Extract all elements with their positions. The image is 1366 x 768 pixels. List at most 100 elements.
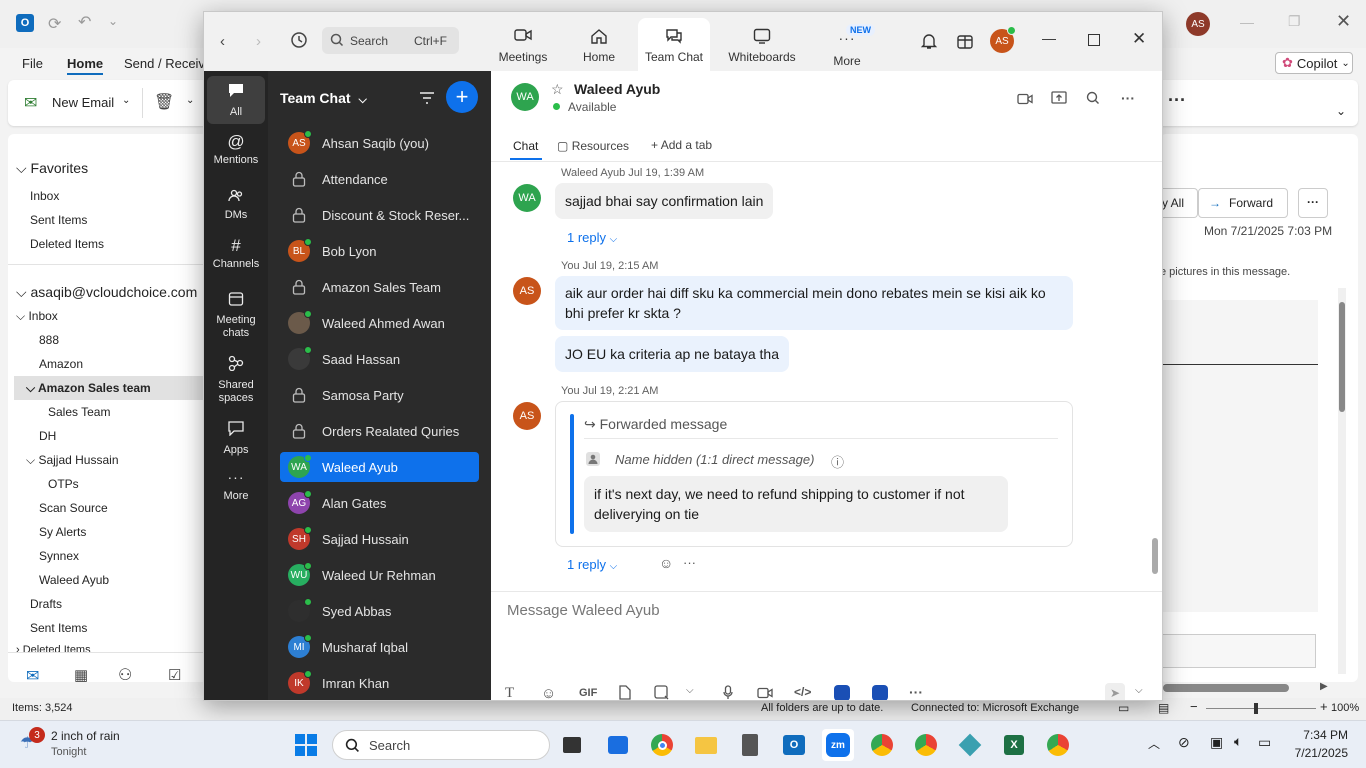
chat-list-item[interactable]: WA Waleed Ayub <box>280 452 479 482</box>
zoom-taskbar-icon[interactable]: zm <box>822 729 854 761</box>
chat-list-item[interactable]: AS Ahsan Saqib (you) <box>280 128 479 158</box>
clock-time[interactable]: 7:34 PM <box>1290 728 1348 742</box>
delete-icon[interactable]: 🗑 <box>154 92 174 112</box>
forwarded-text[interactable]: if it's next day, we need to refund ship… <box>584 476 1008 532</box>
folder-fav-inbox[interactable]: Inbox <box>30 189 59 203</box>
history-icon[interactable] <box>290 31 308 49</box>
message-avatar[interactable]: WA <box>513 184 541 212</box>
chevron-down-icon[interactable]: ⌄ <box>186 95 194 106</box>
minimize-icon[interactable]: — <box>1042 30 1056 46</box>
nav-whiteboards[interactable]: Whiteboards <box>722 18 802 70</box>
new-chat-button[interactable]: + <box>446 81 478 113</box>
chrome-profile-icon[interactable] <box>910 729 942 761</box>
rail-mentions[interactable]: @ Mentions <box>207 133 265 167</box>
copilot-button[interactable]: ✿ Copilot ⌄ <box>1275 52 1353 74</box>
chat-more-icon[interactable]: ··· <box>1121 90 1135 106</box>
chat-list-item[interactable]: Syed Abbas <box>280 596 479 626</box>
star-icon[interactable]: ☆ <box>551 81 564 98</box>
account-avatar[interactable]: AS <box>1186 12 1210 36</box>
rail-shared-spaces[interactable]: Shared spaces <box>207 355 265 405</box>
chat-list-item[interactable]: AG Alan Gates <box>280 488 479 518</box>
menu-send-receive[interactable]: Send / Receiv <box>124 56 205 71</box>
rail-meeting-chats[interactable]: Meeting chats <box>207 291 265 340</box>
mail-icon[interactable]: ✉ <box>26 666 39 686</box>
reply-all-button[interactable]: y All <box>1160 188 1198 218</box>
chat-list-item[interactable]: Attendance <box>280 164 479 194</box>
folder-inbox[interactable]: ⌵ Inbox <box>16 309 58 324</box>
team-chat-title[interactable]: Team Chat ⌵ <box>280 90 367 107</box>
folder-waleed-ayub[interactable]: Waleed Ayub <box>39 573 109 587</box>
composer-input[interactable]: Message Waleed Ayub <box>507 602 660 619</box>
chat-header-name[interactable]: Waleed Ayub <box>574 81 660 97</box>
weather-text[interactable]: 2 inch of rain <box>51 729 120 743</box>
folder-amazon-sales-team[interactable]: ⌵ Amazon Sales team <box>26 381 151 396</box>
folder-synnex[interactable]: Synnex <box>39 549 79 563</box>
calendar-icon[interactable]: ▦ <box>74 666 88 684</box>
chat-list-item[interactable]: Discount & Stock Reser... <box>280 200 479 230</box>
folder-888[interactable]: 888 <box>39 333 59 347</box>
message-avatar[interactable]: AS <box>513 402 541 430</box>
chat-list-item[interactable]: SH Sajjad Hussain <box>280 524 479 554</box>
store-icon[interactable] <box>602 729 634 761</box>
reply-link[interactable]: 1 reply ⌵ <box>567 230 617 245</box>
tasks-icon[interactable]: ☑ <box>168 666 181 684</box>
reply-link[interactable]: 1 reply ⌵ <box>567 557 617 572</box>
customize-icon[interactable]: ⌄ <box>108 14 118 28</box>
more-tools-icon[interactable]: ··· <box>909 684 923 700</box>
search-chat-icon[interactable] <box>1086 91 1100 105</box>
message-more-button[interactable]: ··· <box>1298 188 1328 218</box>
microphone-icon[interactable] <box>723 685 733 700</box>
battery-icon[interactable]: ▭ <box>1258 734 1271 751</box>
chat-list-item[interactable]: BL Bob Lyon <box>280 236 479 266</box>
gift-icon[interactable] <box>956 32 974 50</box>
folder-scan-source[interactable]: Scan Source <box>39 501 108 515</box>
chat-list-item[interactable]: Saad Hassan <box>280 344 479 374</box>
react-icon[interactable]: ☺ <box>659 555 673 571</box>
app-icon[interactable] <box>872 685 888 700</box>
rail-more[interactable]: ··· More <box>207 470 265 503</box>
chrome-profile-icon[interactable] <box>1042 729 1074 761</box>
account-header[interactable]: ⌵ asaqib@vcloudchoice.com <box>16 284 197 301</box>
screenshot-icon[interactable] <box>654 685 669 700</box>
video-message-icon[interactable] <box>757 687 773 699</box>
message-bubble[interactable]: JO EU ka criteria ap ne bataya tha <box>555 336 789 372</box>
rail-all[interactable]: All <box>207 83 265 119</box>
sync-icon[interactable]: ⟳ <box>48 14 61 34</box>
tab-add[interactable]: + Add a tab <box>651 138 712 152</box>
folder-sajjad-hussain[interactable]: ⌵ Sajjad Hussain <box>26 453 119 468</box>
clock-date[interactable]: 7/21/2025 <box>1280 746 1348 760</box>
menu-home[interactable]: Home <box>67 56 104 75</box>
close-icon[interactable]: ✕ <box>1132 29 1146 49</box>
send-icon[interactable]: ➤ <box>1105 683 1125 700</box>
info-icon[interactable]: ⓘ <box>831 452 844 471</box>
menu-file[interactable]: File <box>22 56 43 71</box>
zoom-out-icon[interactable]: − <box>1190 699 1198 714</box>
scrollbar-thumb[interactable] <box>1152 538 1158 574</box>
excel-icon[interactable]: X <box>998 729 1030 761</box>
scroll-right-icon[interactable]: ▶ <box>1320 681 1328 692</box>
folder-amazon[interactable]: Amazon <box>39 357 83 371</box>
message-more-icon[interactable]: ··· <box>683 555 696 570</box>
people-icon[interactable]: ⚇ <box>118 665 132 685</box>
network-icon[interactable]: ⊘ <box>1178 734 1190 751</box>
volume-icon[interactable]: 🔈︎ <box>1234 733 1242 750</box>
notification-icon[interactable]: ▣ <box>1210 734 1223 751</box>
share-screen-icon[interactable] <box>1051 91 1067 105</box>
chat-list-item[interactable]: IK Imran Khan <box>280 668 479 698</box>
rail-dms[interactable]: DMs <box>207 189 265 222</box>
zoom-slider-thumb[interactable] <box>1254 703 1258 714</box>
tab-resources[interactable]: ▢ Resources <box>557 139 629 153</box>
folder-drafts[interactable]: Drafts <box>30 597 62 611</box>
file-explorer-icon[interactable] <box>690 729 722 761</box>
folder-sy-alerts[interactable]: Sy Alerts <box>39 525 86 539</box>
maximize-icon[interactable]: ❐ <box>1288 13 1301 30</box>
chrome-icon[interactable] <box>646 729 678 761</box>
chat-list-item[interactable]: Amazon Sales Team <box>280 272 479 302</box>
format-text-icon[interactable]: T <box>505 685 514 700</box>
emoji-icon[interactable]: ☺ <box>541 685 556 700</box>
message-bubble[interactable]: sajjad bhai say confirmation lain <box>555 183 774 219</box>
message-avatar[interactable]: AS <box>513 277 541 305</box>
list-scroll-area[interactable] <box>481 71 491 700</box>
zoom-in-icon[interactable]: + <box>1320 699 1328 714</box>
windows-start-icon[interactable] <box>295 734 317 756</box>
